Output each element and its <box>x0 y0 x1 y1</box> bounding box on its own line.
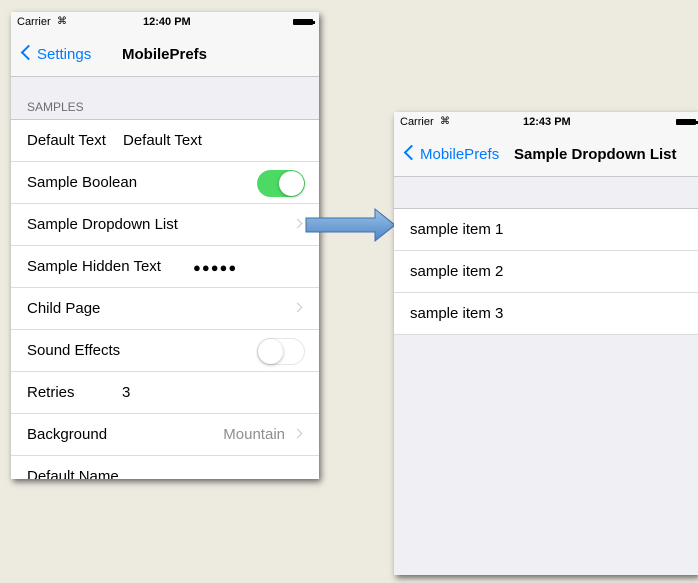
hidden-text-field[interactable]: ●●●●● <box>193 260 237 275</box>
page-title: Sample Dropdown List <box>514 146 677 163</box>
row-child-page[interactable]: Child Page <box>11 288 319 330</box>
status-time: 12:40 PM <box>143 16 191 28</box>
nav-bar: MobilePrefs Sample Dropdown List <box>394 132 698 177</box>
list-item[interactable]: sample item 2 <box>394 251 698 293</box>
row-label: Sample Boolean <box>27 174 138 191</box>
battery-icon <box>293 19 315 25</box>
toggle-knob <box>258 339 283 364</box>
back-chevron-icon[interactable] <box>403 144 420 161</box>
dropdown-options-list: sample item 1 sample item 2 sample item … <box>394 208 698 335</box>
carrier-label: Carrier <box>400 116 434 128</box>
dropdown-list-screen: Carrier ⌘ 12:43 PM MobilePrefs Sample Dr… <box>394 112 698 575</box>
disclosure-chevron-icon <box>292 218 303 229</box>
transition-arrow <box>305 207 396 243</box>
status-bar: Carrier ⌘ 12:43 PM <box>394 112 698 132</box>
row-sample-boolean: Sample Boolean <box>11 162 319 204</box>
row-label: Sample Dropdown List <box>27 216 178 233</box>
list-item[interactable]: sample item 3 <box>394 293 698 335</box>
list-item-label: sample item 1 <box>410 221 504 238</box>
sample-boolean-toggle[interactable] <box>257 170 305 197</box>
status-time: 12:43 PM <box>523 116 571 128</box>
default-text-field[interactable]: Default Text <box>123 132 202 149</box>
row-label: Child Page <box>27 300 101 317</box>
row-label: Sound Effects <box>27 342 121 359</box>
settings-table: Default Text Default Text Sample Boolean… <box>11 119 319 479</box>
row-label: Sample Hidden Text <box>27 258 161 275</box>
list-item-label: sample item 3 <box>410 305 504 322</box>
row-label: Background <box>27 426 108 443</box>
back-button[interactable]: Settings <box>37 46 91 63</box>
row-label: Default Text <box>27 132 106 149</box>
toggle-knob <box>279 171 304 196</box>
row-default-name[interactable]: Default Name <box>11 456 319 479</box>
disclosure-chevron-icon <box>292 302 303 313</box>
row-sample-hidden-text[interactable]: Sample Hidden Text ●●●●● <box>11 246 319 288</box>
retries-field[interactable]: 3 <box>122 384 130 401</box>
back-chevron-icon[interactable] <box>20 44 37 61</box>
status-bar: Carrier ⌘ 12:40 PM <box>11 12 319 32</box>
settings-screen: Carrier ⌘ 12:40 PM Settings MobilePrefs … <box>11 12 319 479</box>
section-header: SAMPLES <box>27 100 84 114</box>
row-retries[interactable]: Retries 3 <box>11 372 319 414</box>
row-label: Default Name <box>27 468 119 479</box>
back-button[interactable]: MobilePrefs <box>420 146 499 163</box>
sound-effects-toggle[interactable] <box>257 338 305 365</box>
battery-icon <box>676 119 698 125</box>
row-default-text[interactable]: Default Text Default Text <box>11 120 319 162</box>
wifi-icon: ⌘ <box>440 116 450 127</box>
row-label: Retries <box>27 384 75 401</box>
page-title: MobilePrefs <box>122 46 208 63</box>
background-value: Mountain <box>223 426 285 443</box>
disclosure-chevron-icon <box>292 428 303 439</box>
wifi-icon: ⌘ <box>57 16 67 27</box>
nav-bar: Settings MobilePrefs <box>11 32 319 77</box>
list-item-label: sample item 2 <box>410 263 504 280</box>
row-sample-dropdown-list[interactable]: Sample Dropdown List <box>11 204 319 246</box>
list-item[interactable]: sample item 1 <box>394 209 698 251</box>
carrier-label: Carrier <box>17 16 51 28</box>
row-sound-effects: Sound Effects <box>11 330 319 372</box>
row-background[interactable]: Background Mountain <box>11 414 319 456</box>
